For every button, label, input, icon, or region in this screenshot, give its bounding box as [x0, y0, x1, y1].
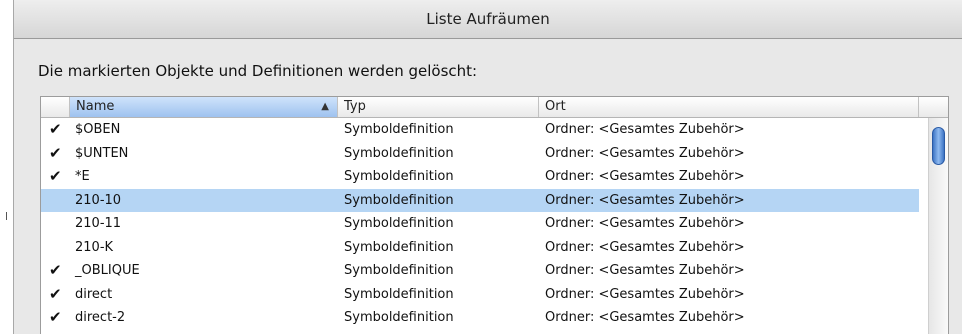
table-row[interactable]: ✔ $UNTEN Symboldefinition Ordner: <Gesamtes…	[41, 142, 919, 166]
dialog-message: Die markierten Objekte und Definitionen …	[38, 62, 478, 80]
table-row[interactable]: ✔ *E Symboldefinition Ordner: <Gesamtes Zub…	[41, 165, 919, 189]
row-name: $UNTEN	[75, 145, 129, 161]
row-ort: Ordner: <Gesamtes Zubehör>	[545, 216, 745, 231]
checkmark-icon[interactable]: ✔	[49, 142, 69, 166]
vertical-scrollbar[interactable]	[928, 118, 948, 334]
table-row[interactable]: ✔ direct-2 Symboldefinition Ordner: <Gesamt…	[41, 306, 919, 330]
row-ort: Ordner: <Gesamtes Zubehör>	[545, 239, 745, 255]
row-typ: Symboldefinition	[344, 310, 454, 325]
table-row[interactable]: ✔ _OBLIQUE Symboldefinition Ordner: <Gesamt…	[41, 259, 919, 283]
row-name: *E	[75, 169, 90, 184]
row-ort: Ordner: <Gesamtes Zubehör>	[545, 263, 745, 278]
checkmark-icon[interactable]: ✔	[49, 165, 69, 189]
row-typ: Symboldefinition	[344, 286, 454, 302]
table-row[interactable]: ✔ $OBEN Symboldefinition Ordner: <Gesamtes …	[41, 118, 919, 142]
checkmark-icon[interactable]: ✔	[49, 306, 69, 330]
row-typ: Symboldefinition	[344, 239, 454, 255]
table-row[interactable]: 210-10 Symboldefinition Ordner: <Gesamtes …	[41, 188, 919, 212]
column-header-typ-label: Typ	[344, 99, 366, 114]
background-window-mark	[6, 212, 7, 220]
column-header-check[interactable]	[41, 97, 70, 117]
checkmark-icon[interactable]: ✔	[49, 118, 69, 142]
dialog-title: Liste Aufräumen	[426, 10, 550, 28]
row-name: direct	[75, 286, 113, 302]
scrollbar-thumb[interactable]	[932, 127, 945, 165]
checkmark-icon[interactable]: ✔	[49, 283, 69, 307]
row-ort: Ordner: <Gesamtes Zubehör>	[545, 310, 745, 325]
column-header-name[interactable]: Name ▲	[70, 97, 338, 117]
row-typ: Symboldefinition	[344, 192, 454, 208]
row-typ: Symboldefinition	[344, 145, 454, 161]
table-header: Name ▲ Typ Ort	[41, 97, 948, 118]
row-name: direct-2	[75, 310, 126, 325]
row-ort: Ordner: <Gesamtes Zubehör>	[545, 169, 745, 184]
row-typ: Symboldefinition	[344, 263, 454, 278]
column-header-ort-label: Ort	[545, 99, 566, 114]
column-header-name-label: Name	[76, 99, 115, 114]
row-typ: Symboldefinition	[344, 216, 454, 231]
column-header-ort[interactable]: Ort	[539, 97, 919, 117]
column-header-corner	[919, 97, 948, 117]
row-name: $OBEN	[75, 122, 121, 137]
row-ort: Ordner: <Gesamtes Zubehör>	[545, 192, 745, 208]
table-row[interactable]: 210-K Symboldefinition Ordner: <Gesamtes Z…	[41, 236, 919, 260]
cleanup-list-dialog: Liste Aufräumen Die markierten Objekte u…	[13, 0, 962, 334]
row-name: 210-10	[75, 192, 122, 208]
objects-table: Name ▲ Typ Ort ✔ $OBEN Symboldefinition Ord…	[40, 96, 949, 334]
title-bar[interactable]: Liste Aufräumen	[14, 0, 962, 39]
table-body: ✔ $OBEN Symboldefinition Ordner: <Gesamtes …	[41, 118, 919, 330]
row-typ: Symboldefinition	[344, 122, 454, 137]
row-ort: Ordner: <Gesamtes Zubehör>	[545, 286, 745, 302]
sort-ascending-icon: ▲	[321, 101, 329, 112]
table-row[interactable]: ✔ direct Symboldefinition Ordner: <Gesamtes…	[41, 283, 919, 307]
row-typ: Symboldefinition	[344, 169, 454, 184]
table-row[interactable]: 210-11 Symboldefinition Ordner: <Gesamtes …	[41, 212, 919, 236]
row-name: _OBLIQUE	[75, 263, 140, 278]
row-ort: Ordner: <Gesamtes Zubehör>	[545, 122, 745, 137]
row-ort: Ordner: <Gesamtes Zubehör>	[545, 145, 745, 161]
background-window-edge	[0, 0, 13, 334]
column-header-typ[interactable]: Typ	[338, 97, 539, 117]
row-name: 210-11	[75, 216, 122, 231]
checkmark-icon[interactable]: ✔	[49, 259, 69, 283]
row-name: 210-K	[75, 239, 114, 255]
